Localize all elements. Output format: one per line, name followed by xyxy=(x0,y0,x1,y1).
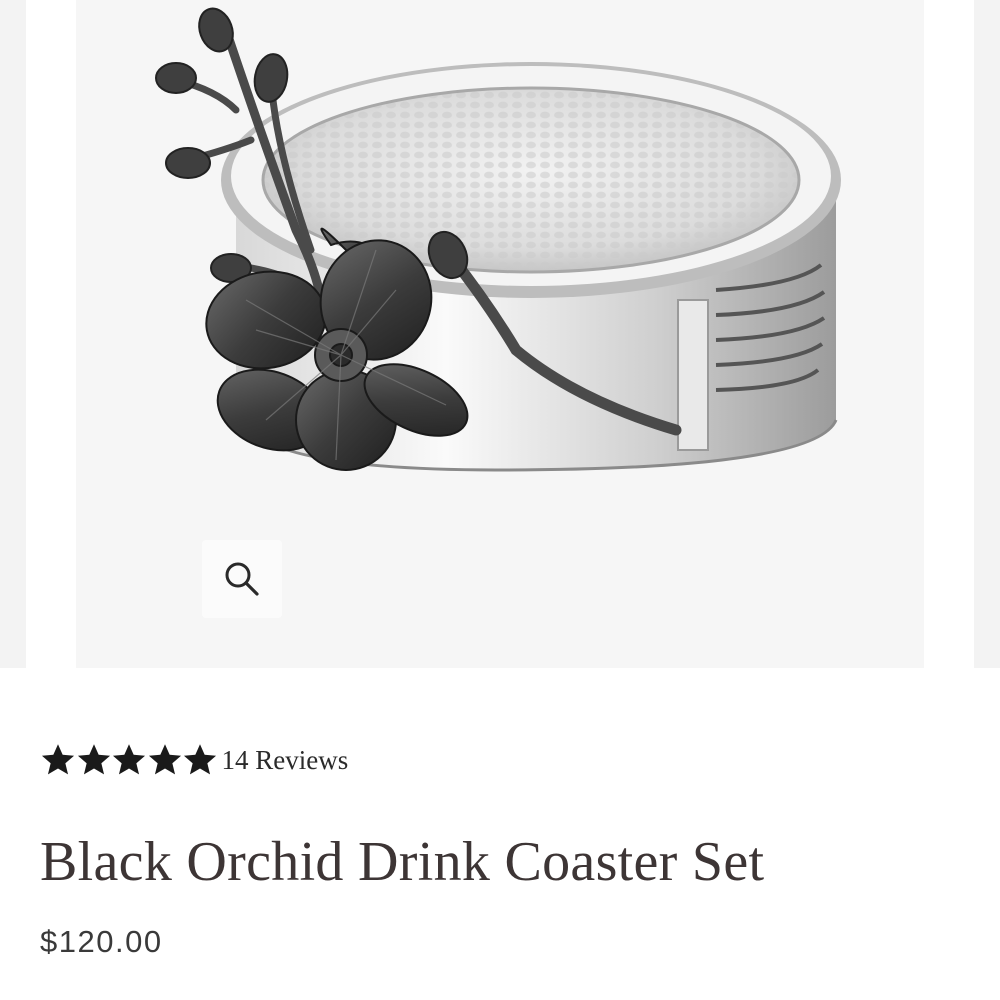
star-icon xyxy=(183,744,217,775)
star-icon xyxy=(148,744,181,775)
review-count-link[interactable]: 14 Reviews xyxy=(222,745,349,776)
magnifier-icon xyxy=(225,562,259,596)
product-details: 14 Reviews Black Orchid Drink Coaster Se… xyxy=(0,668,1000,1000)
product-title: Black Orchid Drink Coaster Set xyxy=(40,831,765,893)
star-icon xyxy=(77,744,110,775)
product-gallery xyxy=(0,0,1000,668)
product-rating[interactable]: 14 Reviews xyxy=(40,742,348,778)
product-price: $120.00 xyxy=(40,924,163,959)
previous-image-peek[interactable] xyxy=(0,0,26,668)
rating-stars xyxy=(40,742,218,778)
zoom-button[interactable] xyxy=(202,540,282,618)
star-icon xyxy=(112,744,146,775)
next-image-peek[interactable] xyxy=(974,0,1000,668)
star-icon xyxy=(41,744,75,775)
product-image-frame[interactable] xyxy=(76,0,924,668)
